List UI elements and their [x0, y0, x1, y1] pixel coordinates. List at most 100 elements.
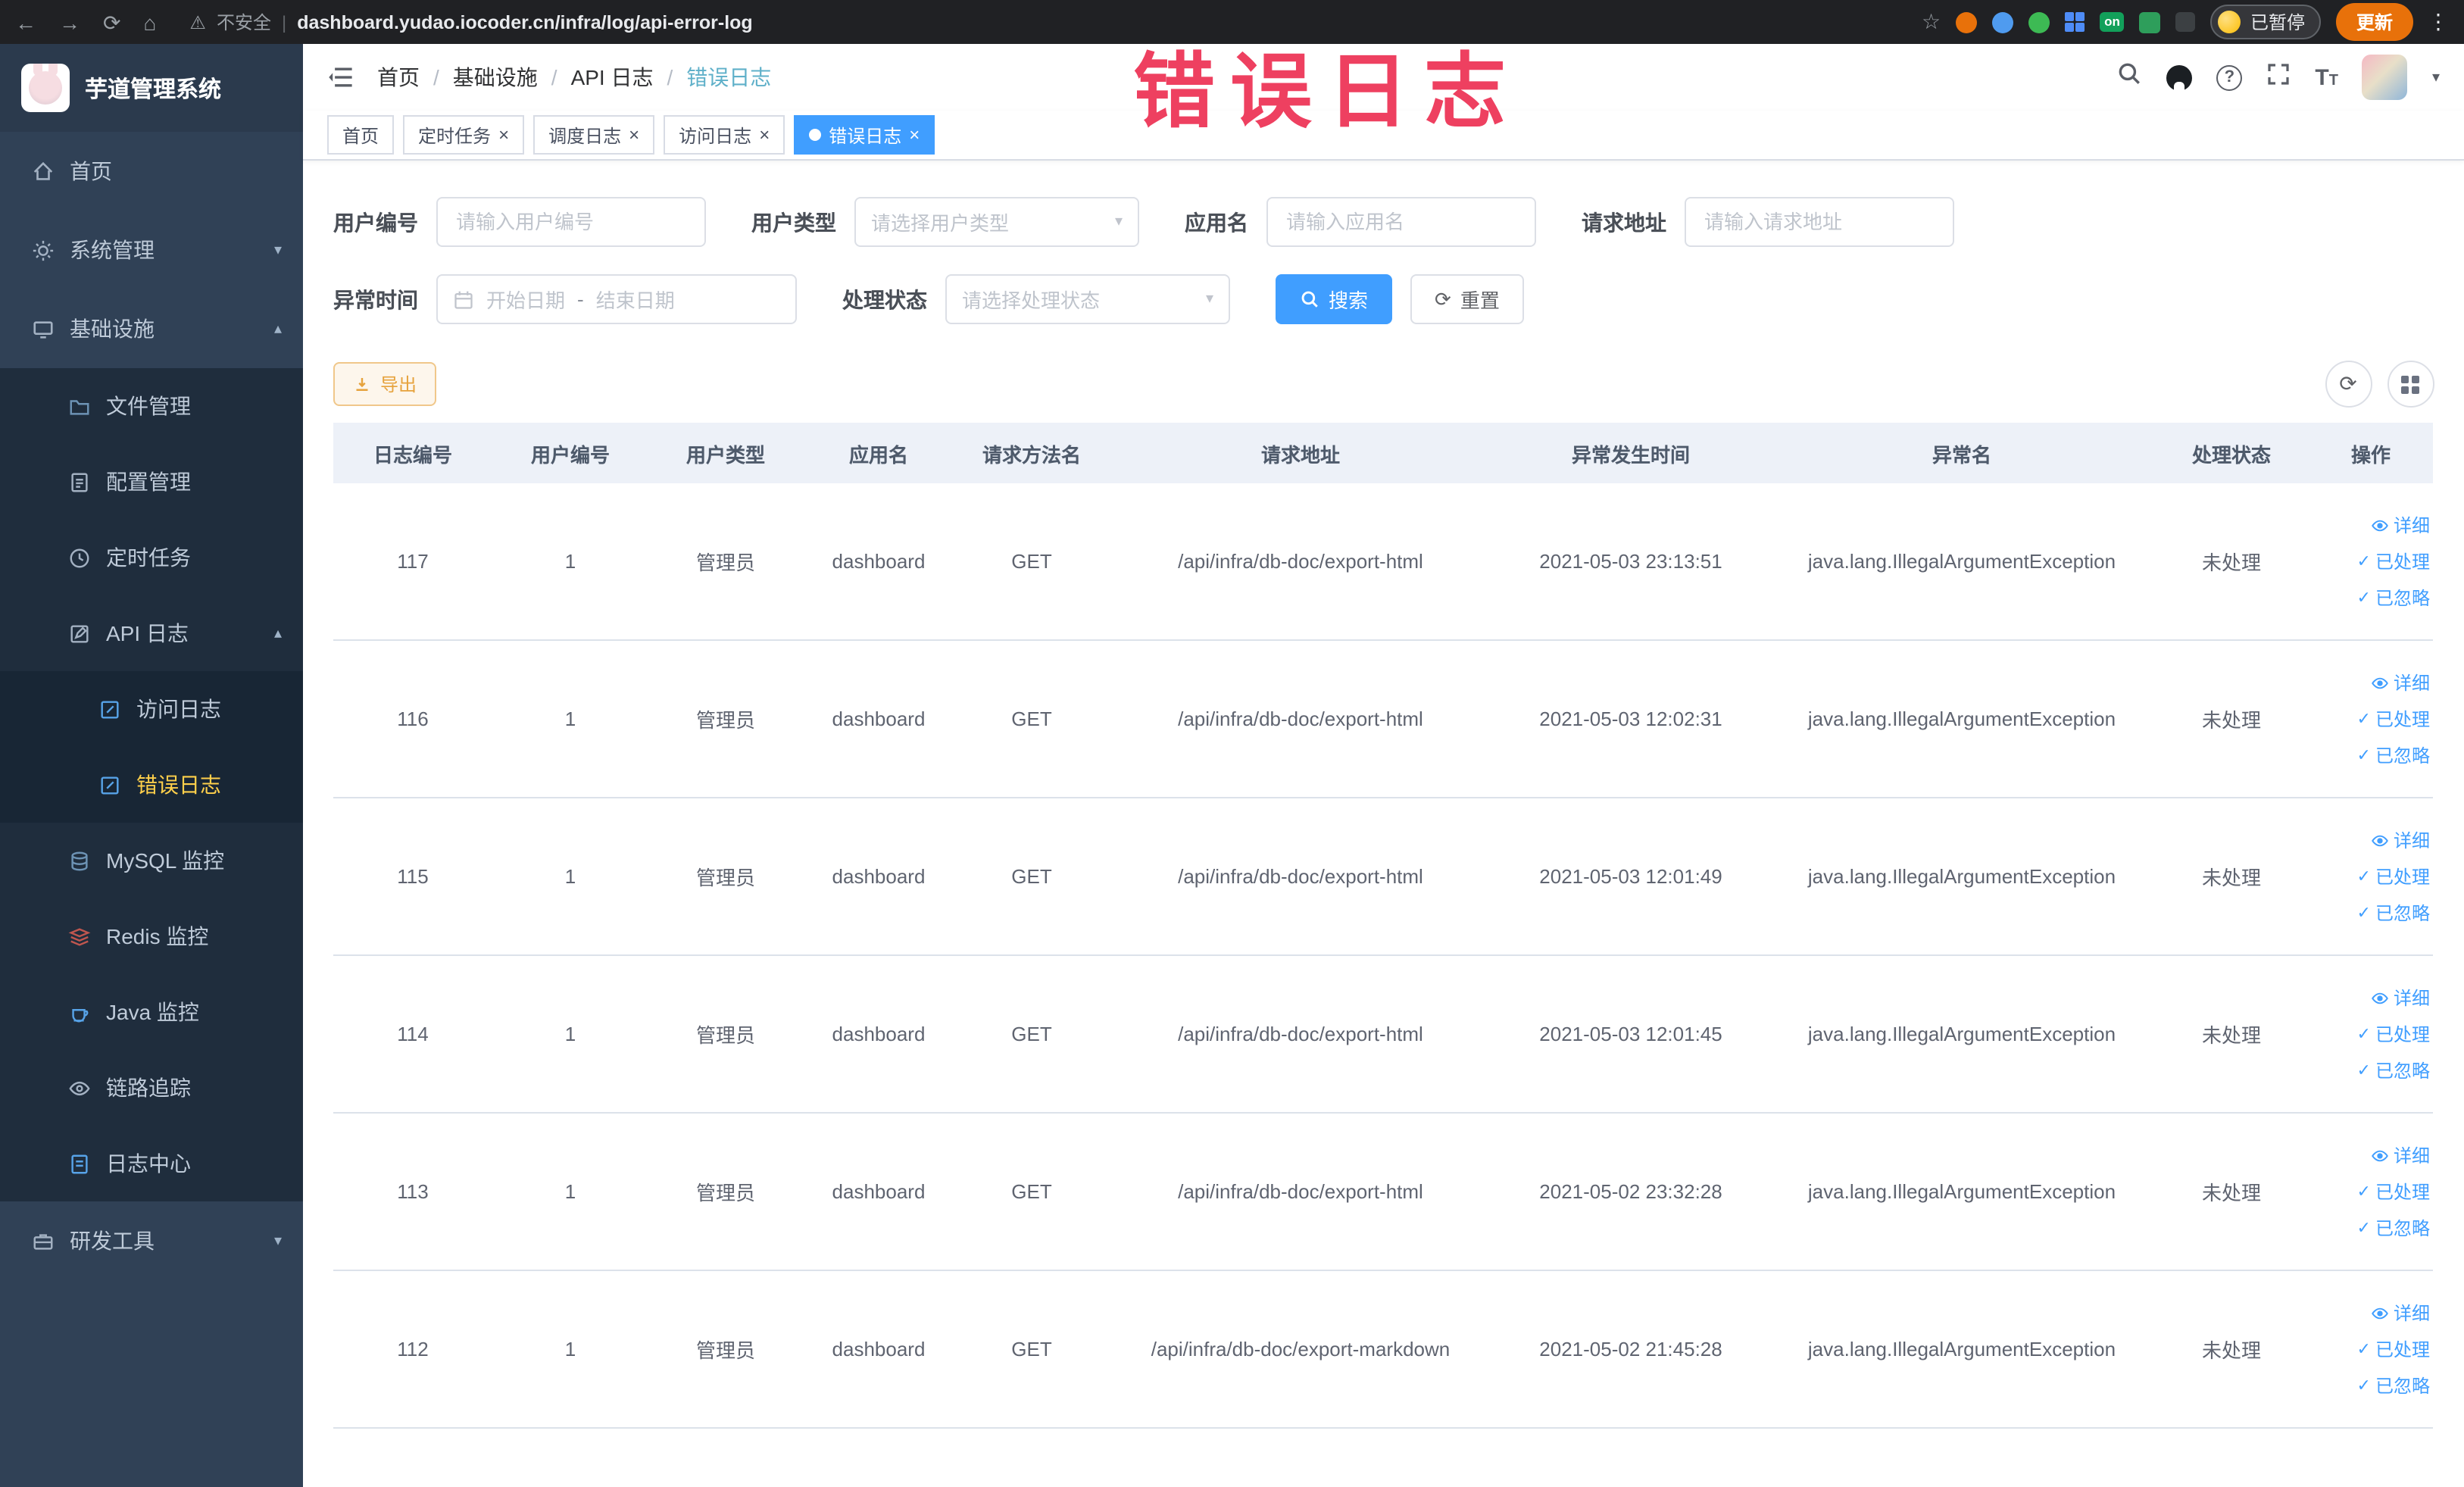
browser-update-button[interactable]: 更新 — [2336, 3, 2412, 41]
sidebar-item-home[interactable]: 首页 — [0, 132, 303, 211]
search-button[interactable]: 搜索 — [1276, 274, 1393, 324]
close-icon[interactable]: × — [759, 126, 770, 144]
sidebar-item-link-tracing[interactable]: 链路追踪 — [0, 1050, 303, 1126]
ignored-link[interactable]: ✓ 已忽略 — [2357, 1057, 2430, 1083]
app-logo[interactable]: 芋道管理系统 — [0, 44, 303, 132]
cell-user-type: 管理员 — [695, 709, 755, 732]
ignored-link[interactable]: ✓ 已忽略 — [2357, 1215, 2430, 1241]
processed-link[interactable]: ✓ 已处理 — [2357, 706, 2430, 732]
sidebar-item-redis-monitor[interactable]: Redis 监控 — [0, 898, 303, 974]
sidebar-item-api-log[interactable]: API 日志 ▴ — [0, 595, 303, 671]
extension-icon-orange[interactable] — [1956, 11, 1978, 33]
detail-link[interactable]: 详细 — [2371, 670, 2430, 695]
close-icon[interactable]: × — [909, 126, 920, 144]
extension-icon-grid[interactable] — [2065, 12, 2085, 32]
paused-badge[interactable]: 已暂停 — [2210, 5, 2322, 39]
sidebar-item-infra[interactable]: 基础设施 ▴ — [0, 289, 303, 368]
processed-link[interactable]: ✓ 已处理 — [2357, 1179, 2430, 1204]
user-id-input[interactable] — [436, 197, 706, 247]
tab-access-log[interactable]: 访问日志 × — [664, 115, 785, 155]
tab-error-log[interactable]: 错误日志 × — [794, 115, 935, 155]
close-icon[interactable]: × — [629, 126, 639, 144]
ignored-link[interactable]: ✓ 已忽略 — [2357, 742, 2430, 768]
processed-link[interactable]: ✓ 已处理 — [2357, 864, 2430, 889]
filter-exception-time: 异常时间 开始日期 - 结束日期 — [333, 274, 797, 324]
tab-label: 首页 — [342, 125, 379, 146]
sidebar-item-java-monitor[interactable]: Java 监控 — [0, 974, 303, 1050]
extension-icon-blue[interactable] — [1992, 11, 2014, 33]
sidebar-item-log-center[interactable]: 日志中心 — [0, 1126, 303, 1201]
user-avatar[interactable] — [2362, 55, 2408, 100]
extension-icon-leaf[interactable] — [2139, 11, 2161, 33]
check-icon: ✓ — [2356, 747, 2371, 765]
browser-menu-icon[interactable]: ⋮ — [2428, 9, 2449, 35]
back-icon[interactable]: ← — [15, 11, 36, 33]
sidebar-item-config-management[interactable]: 配置管理 — [0, 444, 303, 520]
sidebar-fold-icon[interactable] — [327, 64, 354, 91]
app-name-input[interactable] — [1266, 197, 1536, 247]
security-label: 不安全 — [216, 12, 271, 33]
detail-link[interactable]: 详细 — [2371, 512, 2430, 538]
tab-home[interactable]: 首页 — [327, 115, 395, 155]
processed-link[interactable]: ✓ 已处理 — [2357, 1021, 2430, 1047]
address-bar[interactable]: ⚠ 不安全 | dashboard.yudao.iocoder.cn/infra… — [189, 9, 752, 35]
tab-label: 定时任务 — [418, 125, 492, 146]
tab-scheduled-jobs[interactable]: 定时任务 × — [403, 115, 525, 155]
logo-image — [21, 64, 70, 112]
help-icon[interactable]: ? — [2216, 64, 2243, 90]
sidebar-item-file-management[interactable]: 文件管理 — [0, 368, 303, 444]
breadcrumb-api-log[interactable]: API 日志 — [571, 62, 654, 92]
extension-icon-green[interactable] — [2028, 11, 2050, 33]
extensions-puzzle-icon[interactable] — [2175, 12, 2196, 32]
user-type-select[interactable]: 请选择用户类型 ▾ — [854, 197, 1139, 247]
extension-on-badge[interactable]: on — [2100, 12, 2125, 32]
detail-link[interactable]: 详细 — [2371, 1300, 2430, 1326]
date-range-picker[interactable]: 开始日期 - 结束日期 — [436, 274, 797, 324]
table-header: 日志编号 用户编号 用户类型 应用名 请求方法名 请求地址 异常发生时间 异常名… — [333, 423, 2433, 483]
search-icon[interactable] — [2116, 61, 2142, 94]
ignored-link[interactable]: ✓ 已忽略 — [2357, 900, 2430, 926]
detail-link[interactable]: 详细 — [2371, 1142, 2430, 1168]
browser-chrome: ← → ⟳ ⌂ ⚠ 不安全 | dashboard.yudao.iocoder.… — [0, 0, 2464, 44]
reset-button[interactable]: ⟳ 重置 — [1410, 274, 1524, 324]
column-header: 异常名 — [1932, 443, 1991, 466]
avatar-caret-icon[interactable]: ▾ — [2432, 69, 2440, 86]
sidebar-item-error-log[interactable]: 错误日志 — [0, 747, 303, 823]
ignored-link[interactable]: ✓ 已忽略 — [2357, 1373, 2430, 1398]
forward-icon[interactable]: → — [59, 11, 80, 33]
bookmark-star-icon[interactable]: ☆ — [1922, 9, 1941, 35]
redis-icon — [67, 925, 91, 948]
sidebar-item-system[interactable]: 系统管理 ▾ — [0, 211, 303, 289]
cell-exception: java.lang.IllegalArgumentException — [1807, 550, 2116, 573]
fullscreen-icon[interactable] — [2266, 61, 2291, 93]
cell-method: GET — [1011, 550, 1052, 573]
close-icon[interactable]: × — [498, 126, 509, 144]
clock-icon — [67, 546, 91, 569]
browser-nav: ← → ⟳ ⌂ — [15, 11, 156, 33]
detail-link[interactable]: 详细 — [2371, 985, 2430, 1011]
cell-url: /api/infra/db-doc/export-html — [1178, 1180, 1423, 1203]
process-status-select[interactable]: 请选择处理状态 ▾ — [945, 274, 1230, 324]
refresh-circle-button[interactable]: ⟳ — [2325, 361, 2372, 408]
table-row: 117 1 管理员 dashboard GET /api/infra/db-do… — [333, 483, 2433, 641]
sidebar-item-scheduled-jobs[interactable]: 定时任务 — [0, 520, 303, 595]
request-url-input[interactable] — [1685, 197, 1954, 247]
select-placeholder: 请选择用户类型 — [871, 212, 1010, 235]
refresh-icon: ⟳ — [1435, 287, 1451, 310]
tab-dispatch-log[interactable]: 调度日志 × — [533, 115, 655, 155]
sidebar-item-dev-tools[interactable]: 研发工具 ▾ — [0, 1201, 303, 1280]
processed-link[interactable]: ✓ 已处理 — [2357, 548, 2430, 574]
detail-link[interactable]: 详细 — [2371, 827, 2430, 853]
reload-icon[interactable]: ⟳ — [103, 11, 120, 33]
home-icon[interactable]: ⌂ — [143, 11, 156, 33]
breadcrumb-home[interactable]: 首页 — [377, 62, 420, 92]
columns-toggle-button[interactable] — [2387, 361, 2434, 408]
breadcrumb-infra[interactable]: 基础设施 — [453, 62, 538, 92]
ignored-link[interactable]: ✓ 已忽略 — [2357, 585, 2430, 611]
export-button[interactable]: 导出 — [333, 362, 437, 406]
github-icon[interactable] — [2166, 64, 2193, 90]
font-size-icon[interactable]: TT — [2315, 64, 2338, 90]
sidebar-item-mysql-monitor[interactable]: MySQL 监控 — [0, 823, 303, 898]
sidebar-item-access-log[interactable]: 访问日志 — [0, 671, 303, 747]
processed-link[interactable]: ✓ 已处理 — [2357, 1336, 2430, 1362]
